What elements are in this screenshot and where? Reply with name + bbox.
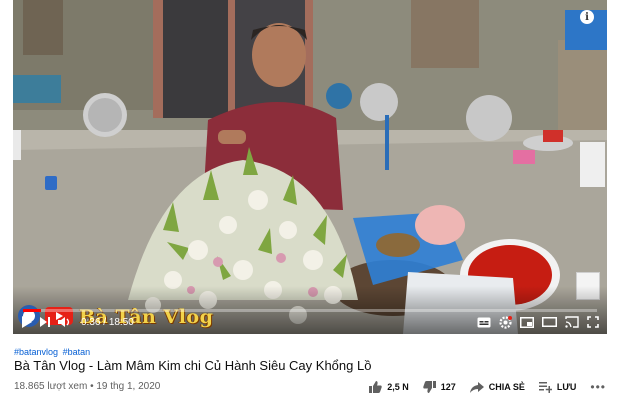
hashtags: #batanvlog #batan: [14, 347, 92, 357]
thumbs-down-icon: [423, 381, 436, 393]
youtube-watch-page: i Bà Tân Vlog 0:36 / 18:50 #batanvlog #b…: [0, 0, 620, 402]
share-label: CHIA SẺ: [488, 382, 525, 392]
subtitles-icon: [477, 317, 491, 327]
subtitles-button[interactable]: [477, 312, 491, 332]
volume-icon: [58, 317, 70, 327]
dislike-count: 127: [440, 382, 456, 392]
like-button[interactable]: 2,5 N: [369, 381, 409, 393]
duration: 18:50: [108, 316, 134, 328]
next-button[interactable]: [39, 312, 51, 332]
fullscreen-icon: [587, 316, 599, 328]
share-icon: [469, 381, 484, 393]
view-count: 18.865 lượt xem: [14, 381, 88, 392]
stats-separator: •: [90, 381, 94, 392]
theater-button[interactable]: [542, 312, 557, 332]
settings-button[interactable]: [499, 312, 512, 332]
like-count: 2,5 N: [387, 382, 409, 392]
playlist-add-icon: [538, 381, 552, 393]
fullscreen-button[interactable]: [587, 312, 599, 332]
video-title: Bà Tân Vlog - Làm Mâm Kim chi Củ Hành Si…: [14, 358, 372, 373]
video-stats: 18.865 lượt xem • 19 thg 1, 2020: [14, 381, 160, 392]
upload-date: 19 thg 1, 2020: [96, 381, 161, 392]
player-controls: 0:36 / 18:50: [13, 312, 607, 332]
dislike-button[interactable]: 127: [423, 381, 456, 393]
hashtag-link[interactable]: #batan: [63, 347, 91, 357]
video-actions: 2,5 N 127 CHIA SẺ LƯU •••: [355, 380, 606, 394]
next-icon: [40, 317, 50, 327]
time-display: 0:36 / 18:50: [81, 316, 134, 328]
settings-icon: [499, 315, 512, 329]
video-player[interactable]: i Bà Tân Vlog 0:36 / 18:50: [13, 0, 607, 334]
volume-button[interactable]: [57, 312, 71, 332]
cast-button[interactable]: [565, 312, 579, 332]
info-icon[interactable]: i: [580, 10, 594, 24]
miniplayer-button[interactable]: [520, 312, 534, 332]
save-label: LƯU: [556, 382, 577, 392]
more-actions-button[interactable]: •••: [590, 380, 606, 394]
cast-icon: [565, 316, 579, 328]
save-button[interactable]: LƯU: [538, 381, 577, 393]
share-button[interactable]: CHIA SẺ: [469, 381, 525, 393]
hashtag-link[interactable]: #batanvlog: [14, 347, 58, 357]
play-button[interactable]: [21, 312, 33, 332]
current-time: 0:36: [81, 316, 101, 328]
video-frame: [13, 0, 607, 334]
theater-icon: [542, 317, 557, 327]
play-icon: [22, 316, 32, 328]
thumbs-up-icon: [369, 381, 382, 393]
miniplayer-icon: [520, 316, 534, 328]
